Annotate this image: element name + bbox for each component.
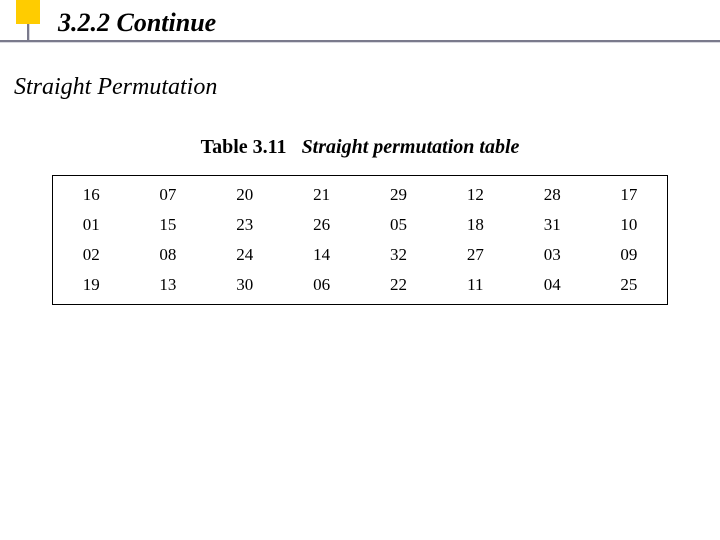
table-cell: 13 [129, 270, 206, 305]
table-caption: Table 3.11 Straight permutation table [0, 136, 720, 159]
table-cell: 07 [129, 176, 206, 211]
table-cell: 12 [437, 176, 514, 211]
section-number: 3.2.2 Continue [58, 8, 216, 38]
table-row: 16 07 20 21 29 12 28 17 [53, 176, 668, 211]
table-cell: 29 [360, 176, 437, 211]
table-row: 01 15 23 26 05 18 31 10 [53, 210, 668, 240]
table-cell: 30 [206, 270, 283, 305]
table-cell: 24 [206, 240, 283, 270]
table-cell: 19 [53, 270, 130, 305]
table-label: Table 3.11 [201, 136, 287, 158]
slide-header: 3.2.2 Continue [0, 0, 720, 46]
table-row: 02 08 24 14 32 27 03 09 [53, 240, 668, 270]
table-row: 19 13 30 06 22 11 04 25 [53, 270, 668, 305]
table-cell: 10 [591, 210, 668, 240]
table-cell: 31 [514, 210, 591, 240]
table-title: Straight permutation table [302, 136, 520, 158]
table-cell: 11 [437, 270, 514, 305]
table-cell: 08 [129, 240, 206, 270]
permutation-table: 16 07 20 21 29 12 28 17 01 15 23 26 05 1… [52, 175, 668, 305]
table-cell: 25 [591, 270, 668, 305]
bullet-icon [16, 0, 40, 24]
table-cell: 03 [514, 240, 591, 270]
table-cell: 14 [283, 240, 360, 270]
table-cell: 18 [437, 210, 514, 240]
table-cell: 23 [206, 210, 283, 240]
table-cell: 26 [283, 210, 360, 240]
table-cell: 05 [360, 210, 437, 240]
table-cell: 02 [53, 240, 130, 270]
table-cell: 17 [591, 176, 668, 211]
header-rule-light [0, 42, 720, 43]
table-cell: 06 [283, 270, 360, 305]
table-cell: 32 [360, 240, 437, 270]
subheading: Straight Permutation [14, 74, 217, 101]
header-tick-light [29, 24, 30, 40]
table-cell: 09 [591, 240, 668, 270]
table-cell: 01 [53, 210, 130, 240]
table-cell: 28 [514, 176, 591, 211]
table-cell: 04 [514, 270, 591, 305]
table-cell: 21 [283, 176, 360, 211]
table-cell: 16 [53, 176, 130, 211]
table-cell: 27 [437, 240, 514, 270]
table-cell: 15 [129, 210, 206, 240]
table-cell: 22 [360, 270, 437, 305]
table-cell: 20 [206, 176, 283, 211]
